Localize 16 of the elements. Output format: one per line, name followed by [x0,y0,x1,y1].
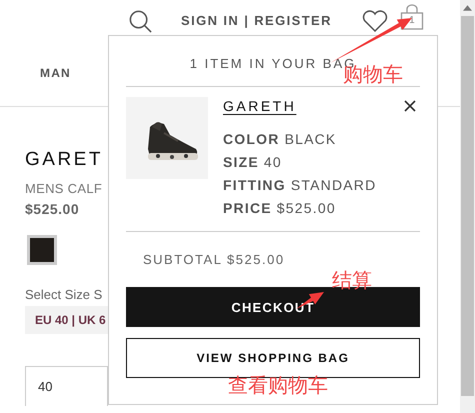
detail-value: BLACK [284,131,336,147]
detail-value: 40 [264,154,282,170]
item-name-link[interactable]: GARETH [223,98,296,114]
detail-value: $525.00 [276,200,336,216]
size-scale-label: Select Size S [25,287,102,302]
detail-label: COLOR [223,131,280,147]
nav-tab[interactable]: MAN [40,66,71,80]
product-price: $525.00 [25,201,80,217]
detail-label: FITTING [223,177,286,193]
detail-label: SIZE [223,154,259,170]
sign-in-register-link[interactable]: SIGN IN | REGISTER [181,12,332,28]
product-subtitle: MENS CALF [25,181,102,196]
detail-value: STANDARD [290,177,376,193]
product-title: GARET [25,148,103,172]
subtotal-text: SUBTOTAL $525.00 [143,252,286,267]
detail-label: PRICE [223,200,272,216]
